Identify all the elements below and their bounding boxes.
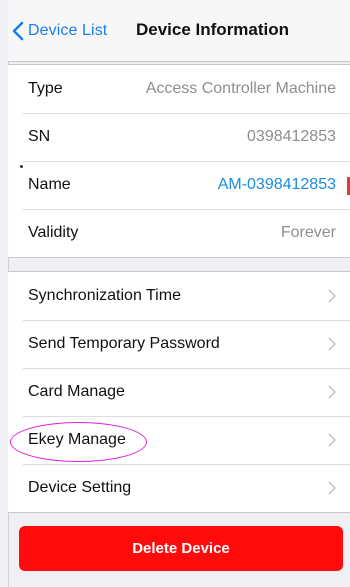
info-row-type: Type Access Controller Machine (8, 65, 350, 113)
back-button[interactable]: Device List (12, 18, 107, 44)
chevron-left-icon (12, 21, 24, 41)
device-actions-group: Synchronization Time Send Temporary Pass… (8, 271, 350, 513)
device-info-group: Type Access Controller Machine SN 039841… (8, 64, 350, 258)
menu-label: Send Temporary Password (28, 335, 220, 352)
chevron-right-icon (328, 337, 337, 356)
info-label: Type (28, 80, 63, 97)
info-row-name[interactable]: Name AM-0398412853 (8, 161, 350, 209)
menu-item-device-setting[interactable]: Device Setting (8, 464, 350, 512)
navigation-bar: Device List Device Information (8, 0, 350, 62)
chevron-right-icon (328, 289, 337, 308)
delete-device-button[interactable]: Delete Device (19, 526, 343, 571)
menu-item-ekey-manage[interactable]: Ekey Manage (8, 416, 350, 464)
chevron-right-icon (328, 385, 337, 404)
menu-label: Device Setting (28, 479, 132, 496)
menu-label: Synchronization Time (28, 287, 181, 304)
info-row-validity: Validity Forever (8, 209, 350, 257)
info-row-sn: SN 0398412853 (8, 113, 350, 161)
device-name-value[interactable]: AM-0398412853 (218, 176, 336, 194)
info-label: Name (28, 176, 71, 193)
back-label: Device List (28, 22, 108, 39)
menu-item-card-manage[interactable]: Card Manage (8, 368, 350, 416)
page-title: Device Information (136, 20, 290, 39)
info-value: Access Controller Machine (145, 80, 336, 97)
screen: Device List Device Information Type Acce… (8, 0, 350, 587)
chevron-right-icon (328, 481, 337, 500)
menu-label: Card Manage (28, 383, 125, 400)
info-value: Forever (280, 224, 336, 241)
menu-item-synchronization-time[interactable]: Synchronization Time (8, 272, 350, 320)
info-value: 0398412853 (247, 128, 336, 145)
info-label: Validity (28, 224, 79, 241)
bullet-dot (20, 165, 23, 168)
menu-label: Ekey Manage (28, 431, 126, 448)
info-label: SN (28, 128, 51, 145)
chevron-right-icon (328, 433, 337, 452)
menu-item-send-temporary-password[interactable]: Send Temporary Password (8, 320, 350, 368)
